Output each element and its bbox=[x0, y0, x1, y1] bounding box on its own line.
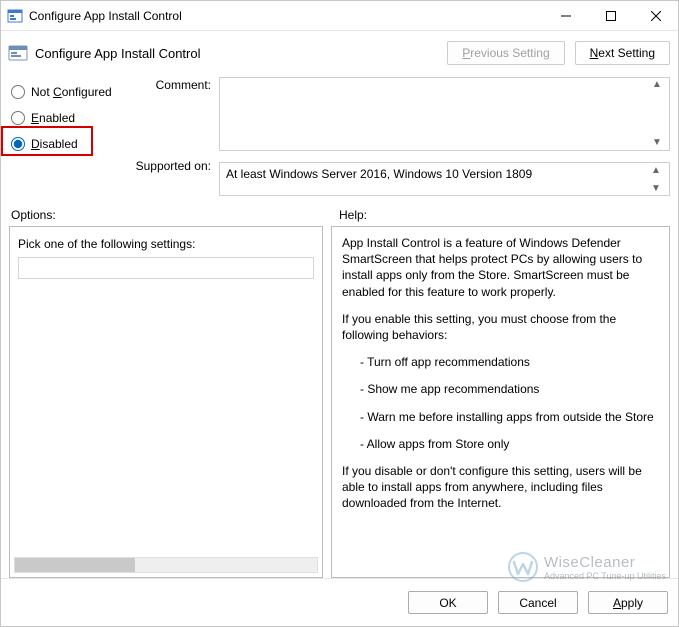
help-label: Help: bbox=[339, 208, 668, 222]
page-title: Configure App Install Control bbox=[35, 46, 437, 61]
radio-enabled[interactable]: Enabled bbox=[9, 105, 129, 131]
comment-label: Comment: bbox=[129, 77, 211, 97]
ok-button[interactable]: OK bbox=[408, 591, 488, 614]
radio-disabled-input[interactable] bbox=[11, 137, 25, 151]
close-button[interactable] bbox=[633, 1, 678, 30]
apply-button[interactable]: Apply bbox=[588, 591, 668, 614]
footer: OK Cancel Apply bbox=[1, 578, 678, 626]
body-panes: Pick one of the following settings: App … bbox=[1, 226, 678, 578]
options-pane: Pick one of the following settings: bbox=[9, 226, 323, 578]
previous-setting-button[interactable]: Previous Setting bbox=[447, 41, 564, 65]
help-p2: If you enable this setting, you must cho… bbox=[342, 311, 659, 343]
cancel-button[interactable]: Cancel bbox=[498, 591, 578, 614]
supported-on-text: At least Windows Server 2016, Windows 10… bbox=[226, 167, 532, 181]
supported-scrollbar[interactable]: ▲▼ bbox=[651, 166, 667, 194]
radio-not-configured[interactable]: Not Configured bbox=[9, 79, 129, 105]
supported-label: Supported on: bbox=[129, 97, 211, 173]
config-area: Not Configured Enabled Disabled Comment:… bbox=[1, 73, 678, 204]
help-p1: App Install Control is a feature of Wind… bbox=[342, 235, 659, 300]
maximize-button[interactable] bbox=[588, 1, 633, 30]
help-pane: App Install Control is a feature of Wind… bbox=[331, 226, 670, 578]
radio-enabled-input[interactable] bbox=[11, 111, 25, 125]
options-pick-label: Pick one of the following settings: bbox=[18, 237, 314, 251]
radio-disabled[interactable]: Disabled bbox=[9, 131, 129, 157]
supported-on-box: At least Windows Server 2016, Windows 10… bbox=[219, 162, 670, 196]
window-title: Configure App Install Control bbox=[29, 9, 543, 23]
app-icon bbox=[7, 8, 23, 24]
state-radios: Not Configured Enabled Disabled bbox=[9, 77, 129, 196]
radio-not-configured-input[interactable] bbox=[11, 85, 25, 99]
help-b4: - Allow apps from Store only bbox=[342, 436, 659, 452]
help-b1: - Turn off app recommendations bbox=[342, 354, 659, 370]
next-setting-button[interactable]: Next Setting bbox=[575, 41, 670, 65]
minimize-button[interactable] bbox=[543, 1, 588, 30]
labels-column: Comment: Supported on: bbox=[129, 77, 219, 196]
help-b3: - Warn me before installing apps from ou… bbox=[342, 409, 659, 425]
help-p3: If you disable or don't configure this s… bbox=[342, 463, 659, 512]
options-hscrollbar[interactable] bbox=[14, 557, 318, 573]
options-combobox[interactable] bbox=[18, 257, 314, 279]
comment-textarea[interactable] bbox=[219, 77, 670, 151]
panes-labels: Options: Help: bbox=[1, 204, 678, 226]
header-row: Configure App Install Control Previous S… bbox=[1, 31, 678, 73]
help-b2: - Show me app recommendations bbox=[342, 381, 659, 397]
policy-icon bbox=[7, 42, 29, 64]
window: Configure App Install Control Configure … bbox=[0, 0, 679, 627]
fields-column: ▲▼ At least Windows Server 2016, Windows… bbox=[219, 77, 670, 196]
options-label: Options: bbox=[11, 208, 339, 222]
comment-scrollbar[interactable]: ▲▼ bbox=[652, 80, 668, 148]
titlebar: Configure App Install Control bbox=[1, 1, 678, 31]
